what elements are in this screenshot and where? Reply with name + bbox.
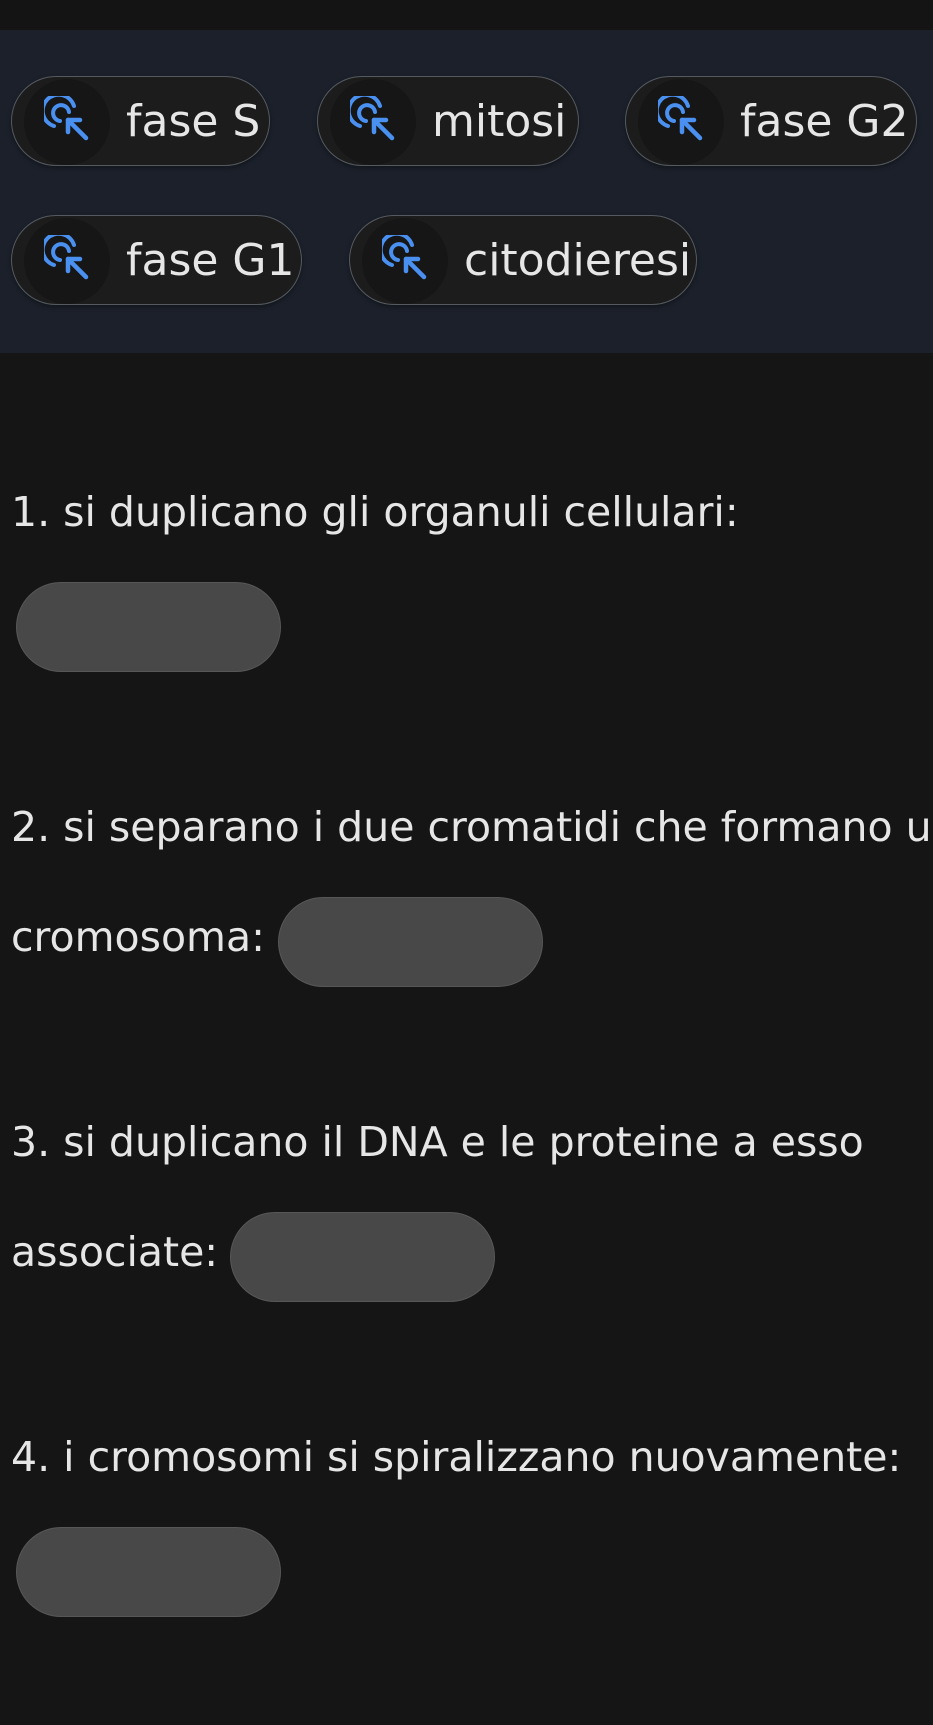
drop-zone-1[interactable] bbox=[16, 582, 281, 672]
drag-tap-icon bbox=[638, 79, 724, 165]
chip-label: fase G1 bbox=[126, 235, 295, 286]
question-4-text: 4. i cromosomi si spiralizzano nuovament… bbox=[11, 1433, 902, 1481]
drop-zone-3[interactable] bbox=[230, 1212, 495, 1302]
drag-tap-icon bbox=[24, 218, 110, 304]
drop-zone-2[interactable] bbox=[278, 897, 543, 987]
chip-fase-g2[interactable]: fase G2 bbox=[625, 76, 917, 166]
chip-citodieresi[interactable]: citodieresi bbox=[349, 215, 697, 305]
chip-mitosi[interactable]: mitosi bbox=[317, 76, 579, 166]
question-2-text-cont: cromosoma: bbox=[11, 913, 265, 961]
chip-label: citodieresi bbox=[464, 235, 692, 286]
question-2-text: 2. si separano i due cromatidi che forma… bbox=[11, 803, 933, 851]
chip-fase-s[interactable]: fase S bbox=[11, 76, 270, 166]
drop-zone-4[interactable] bbox=[16, 1527, 281, 1617]
chip-fase-g1[interactable]: fase G1 bbox=[11, 215, 302, 305]
chip-label: mitosi bbox=[432, 96, 567, 147]
question-3-text-cont: associate: bbox=[11, 1228, 219, 1276]
chip-label: fase S bbox=[126, 96, 261, 147]
question-1-text: 1. si duplicano gli organuli cellulari: bbox=[11, 488, 739, 536]
chip-label: fase G2 bbox=[740, 96, 909, 147]
drag-tap-icon bbox=[330, 79, 416, 165]
status-strip bbox=[0, 0, 933, 30]
answer-bank: fase S mitosi fase G2 fase G1 citodieres… bbox=[0, 30, 933, 353]
question-3-text: 3. si duplicano il DNA e le proteine a e… bbox=[11, 1118, 864, 1166]
drag-tap-icon bbox=[362, 218, 448, 304]
drag-tap-icon bbox=[24, 79, 110, 165]
